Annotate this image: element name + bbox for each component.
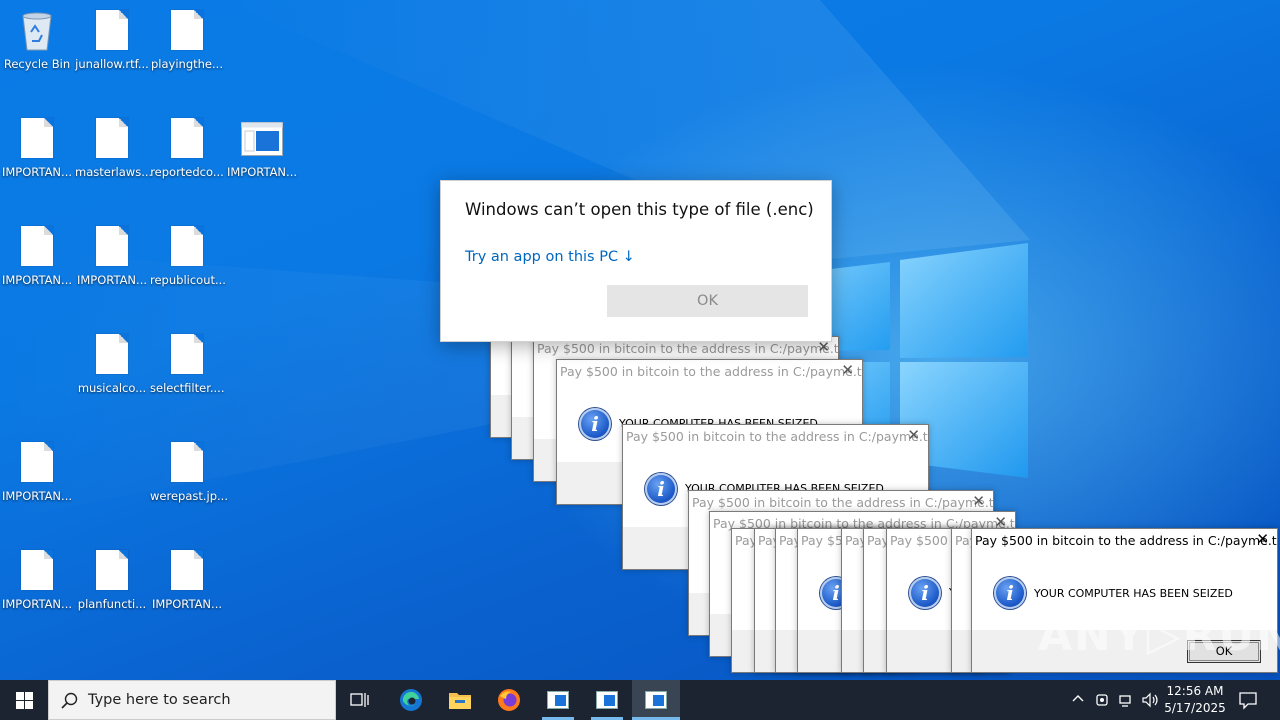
desktop-icon-recycle-bin[interactable]: Recycle Bin: [0, 10, 74, 71]
document-icon: [96, 10, 128, 50]
close-icon[interactable]: ✕: [841, 362, 854, 380]
message-box-title: Pay $500 in bitcoin to the address in C:…: [975, 533, 1277, 548]
document-icon: [21, 118, 53, 158]
desktop-icon-label: reportedco...: [150, 165, 224, 179]
document-icon: [96, 118, 128, 158]
close-icon[interactable]: ✕: [972, 493, 985, 511]
firefox-icon[interactable]: [487, 680, 531, 720]
desktop-icon-file[interactable]: IMPORTAN...: [150, 550, 224, 611]
desktop-icon-label: IMPORTAN...: [226, 165, 298, 179]
recycle-bin-icon: [21, 10, 53, 51]
file-explorer-icon[interactable]: [438, 680, 482, 720]
desktop-icon-file[interactable]: masterlaws...: [75, 118, 153, 179]
document-icon: [21, 550, 53, 590]
info-icon: i: [645, 473, 677, 505]
anyrun-watermark: ANY▷RUN: [1038, 610, 1280, 661]
document-icon: [171, 226, 203, 266]
app-window-icon-active[interactable]: [632, 680, 680, 720]
chevron-up-icon[interactable]: [1071, 692, 1085, 709]
search-placeholder: Type here to search: [88, 692, 231, 708]
document-icon: [96, 334, 128, 374]
open-with-dialog: Windows can’t open this type of file (.e…: [440, 180, 832, 342]
desktop-icon-label: IMPORTAN...: [1, 597, 73, 611]
info-icon: i: [579, 408, 611, 440]
desktop-icon-file[interactable]: junallow.rtf...: [75, 10, 149, 71]
desktop-icon-label: selectfilter....: [150, 381, 225, 395]
desktop-icon-file[interactable]: IMPORTAN...: [0, 118, 74, 179]
desktop-icon-label: republicout...: [150, 273, 226, 287]
document-icon: [21, 442, 53, 482]
desktop-icon-file[interactable]: IMPORTAN...: [0, 226, 74, 287]
desktop-icon-file[interactable]: reportedco...: [150, 118, 224, 179]
document-icon: [96, 226, 128, 266]
desktop-icon-file[interactable]: planfuncti...: [75, 550, 149, 611]
document-icon: [21, 226, 53, 266]
desktop-icon-label: planfuncti...: [77, 597, 147, 611]
desktop-icon-file[interactable]: republicout...: [150, 226, 226, 287]
close-icon[interactable]: ✕: [907, 427, 920, 445]
meet-icon[interactable]: [1095, 692, 1111, 711]
desktop-icon-label: IMPORTAN...: [1, 489, 73, 503]
desktop-icon-label: IMPORTAN...: [151, 597, 223, 611]
desktop-icon-file[interactable]: IMPORTAN...: [0, 550, 74, 611]
ok-button[interactable]: OK: [607, 285, 808, 317]
desktop-icon-label: masterlaws...: [75, 165, 153, 179]
desktop-icon-file[interactable]: IMPORTAN...: [0, 442, 74, 503]
search-icon: [61, 692, 78, 709]
taskbar: Type here to search 12:56 AM 5/17/2025: [0, 680, 1280, 720]
desktop-icon-label: playingthe...: [151, 57, 223, 71]
taskbar-clock[interactable]: 12:56 AM 5/17/2025: [1160, 683, 1230, 717]
document-icon: [171, 334, 203, 374]
document-icon: [171, 10, 203, 50]
desktop-icon-file[interactable]: playingthe...: [150, 10, 224, 71]
desktop-icon-file[interactable]: selectfilter....: [150, 334, 225, 395]
close-icon[interactable]: ✕: [1256, 531, 1269, 549]
desktop-icon-file[interactable]: IMPORTAN...: [75, 226, 149, 287]
document-icon: [171, 118, 203, 158]
edge-icon[interactable]: [389, 680, 433, 720]
dialog-title: Windows can’t open this type of file (.e…: [465, 200, 814, 219]
desktop-icon-label: IMPORTAN...: [1, 165, 73, 179]
document-icon: [171, 442, 203, 482]
desktop-icon-label: junallow.rtf...: [75, 57, 149, 71]
window-app-icon: [241, 118, 283, 158]
network-icon[interactable]: [1119, 692, 1135, 711]
info-icon: i: [909, 577, 941, 609]
try-app-link[interactable]: Try an app on this PC ↓: [465, 249, 635, 265]
desktop-icon-file[interactable]: werepast.jp...: [150, 442, 228, 503]
desktop: Recycle Bin junallow.rtf... playingthe..…: [0, 0, 1280, 680]
windows-start-icon[interactable]: [0, 680, 48, 720]
desktop-icon-file[interactable]: musicalco...: [75, 334, 149, 395]
app-window-icon[interactable]: [536, 680, 580, 720]
desktop-icon-label: Recycle Bin: [3, 57, 71, 71]
message-text: YOUR COMPUTER HAS BEEN SEIZED: [1034, 587, 1233, 600]
taskbar-search-box[interactable]: Type here to search: [48, 680, 336, 720]
document-icon: [96, 550, 128, 590]
task-view-icon[interactable]: [338, 680, 382, 720]
app-window-icon[interactable]: [585, 680, 629, 720]
desktop-icon-label: musicalco...: [77, 381, 147, 395]
desktop-icon-label: werepast.jp...: [150, 489, 228, 503]
desktop-icon-label: IMPORTAN...: [1, 273, 73, 287]
message-box-title: Pay $500 in bitcoin to the address in C:…: [560, 364, 862, 379]
message-box-title: Pay $500 in bitcoin to the address in C:…: [626, 429, 928, 444]
volume-icon[interactable]: [1142, 692, 1159, 711]
document-icon: [171, 550, 203, 590]
clock-date: 5/17/2025: [1164, 701, 1226, 715]
desktop-icon-app[interactable]: IMPORTAN...: [225, 118, 299, 179]
info-icon: i: [994, 577, 1026, 609]
clock-time: 12:56 AM: [1166, 684, 1224, 698]
desktop-icon-label: IMPORTAN...: [76, 273, 148, 287]
notification-icon[interactable]: [1238, 690, 1258, 713]
